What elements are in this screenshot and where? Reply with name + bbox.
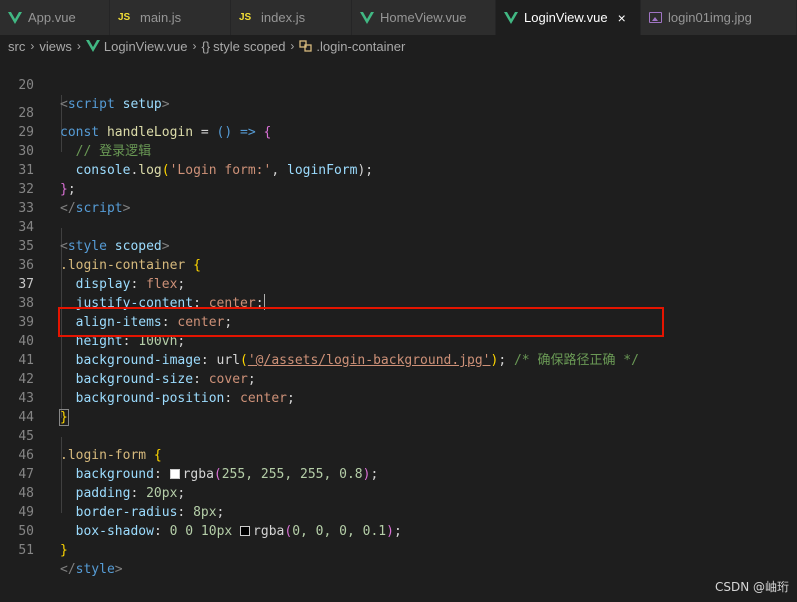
vue-icon	[8, 11, 22, 24]
breadcrumb-style-label: style scoped	[213, 38, 286, 54]
code-line: 28 const handleLogin = () => {	[0, 85, 797, 140]
tab-index-js[interactable]: JS index.js	[231, 0, 352, 35]
js-icon: JS	[118, 12, 131, 23]
code-line: 43 }	[0, 370, 797, 426]
code-line-current: 37 justify-content: center;	[0, 256, 797, 311]
breadcrumb-selector[interactable]: .login-container	[299, 39, 405, 54]
code-line: 51 </style>	[0, 522, 797, 577]
css-rule-icon	[299, 40, 313, 52]
tab-label: HomeView.vue	[380, 10, 467, 25]
chevron-right-icon: ›	[192, 39, 197, 53]
tab-app-vue[interactable]: App.vue	[0, 0, 110, 35]
tab-label: index.js	[261, 10, 306, 25]
vue-icon	[360, 11, 374, 24]
close-icon[interactable]: ×	[618, 10, 626, 26]
js-icon: JS	[239, 12, 252, 23]
tab-label: App.vue	[28, 10, 76, 25]
breadcrumb-style-scoped[interactable]: {} style scoped	[201, 39, 285, 54]
breadcrumb-views[interactable]: views	[39, 39, 72, 54]
tab-main-js[interactable]: JS main.js	[110, 0, 231, 35]
code-line: 47 padding: 20px;	[0, 446, 797, 501]
code-line: 38 align-items: center;	[0, 275, 797, 330]
code-line: 35 .login-container {	[0, 218, 797, 273]
code-line: 42 background-position: center;	[0, 351, 797, 406]
watermark: CSDN @岫珩	[714, 580, 789, 594]
code-line: 32 </script>	[0, 161, 797, 216]
tab-homeview-vue[interactable]: HomeView.vue	[352, 0, 496, 35]
braces-icon: {}	[201, 38, 211, 54]
chevron-right-icon: ›	[290, 39, 295, 53]
code-line: 34 <style scoped>	[0, 199, 797, 254]
code-line: 29 // 登录逻辑	[0, 104, 797, 159]
code-line: 46 background: rgba(255, 255, 255, 0.8);	[0, 427, 797, 482]
tab-login01img-jpg[interactable]: login01img.jpg	[641, 0, 797, 35]
code-line: 33	[0, 180, 797, 216]
vue-icon	[85, 40, 100, 52]
breadcrumb-file-label: LoginView.vue	[103, 38, 188, 54]
chevron-right-icon: ›	[76, 39, 81, 53]
code-line: 49 box-shadow: 0 0 10px rgba(0, 0, 0, 0.…	[0, 484, 797, 539]
code-line: 44	[0, 389, 797, 425]
breadcrumb: src › views › LoginView.vue › {} style s…	[0, 35, 797, 57]
breadcrumb-file[interactable]: LoginView.vue	[85, 38, 188, 54]
tab-label: main.js	[140, 10, 182, 25]
highlight-box	[58, 307, 664, 337]
line-number: 51	[18, 543, 34, 558]
code-line: 48 border-radius: 8px;	[0, 465, 797, 520]
code-line: 31 };	[0, 142, 797, 197]
tab-loginview-vue[interactable]: LoginView.vue ×	[496, 0, 641, 35]
image-icon	[649, 12, 662, 23]
editor-tab-bar: App.vue JS main.js JS index.js HomeView.…	[0, 0, 797, 35]
vue-icon	[504, 11, 518, 24]
tab-label: login01img.jpg	[668, 10, 752, 25]
code-line: 30 console.log('Login form:', loginForm)…	[0, 123, 797, 178]
chevron-right-icon: ›	[30, 39, 35, 53]
tab-label: LoginView.vue	[524, 10, 608, 25]
code-editor[interactable]: 20 <script setup> 28 const handleLogin =…	[0, 57, 797, 602]
code-line: 45 .login-form {	[0, 408, 797, 463]
code-line: 36 display: flex;	[0, 237, 797, 292]
breadcrumb-selector-label: .login-container	[316, 38, 406, 54]
breadcrumb-src[interactable]: src	[8, 39, 25, 54]
code-line: 20 <script setup>	[0, 57, 797, 112]
code-line: 50 }	[0, 503, 797, 558]
